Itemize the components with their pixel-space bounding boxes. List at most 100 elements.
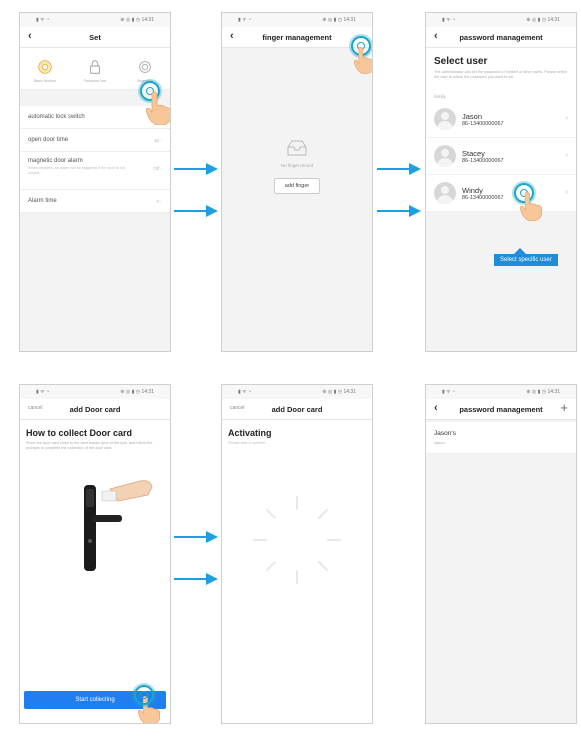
status-right: ⊕ ◎ ▮ ◷ 14:31 [526,17,560,23]
user-phone: 86-13400000067 [462,157,504,164]
select-user-header: Select user The administrator can set th… [426,48,576,85]
password-lock-item[interactable]: Password lock [73,58,118,83]
flow-arrow-icon [174,531,218,543]
password-item[interactable]: Jason's Jason [426,422,576,454]
nav-bar: ‹ Set [20,27,170,48]
password-item-sub: Jason [434,440,445,445]
fingerprint-icon [139,61,151,73]
user-name: Jason [462,111,483,121]
user-name: Stacey [462,148,485,158]
basic-function-label: Basic function [34,79,56,83]
basic-function-item[interactable]: Basic function [23,58,68,83]
page-title: password management [459,404,543,414]
flow-arrow-icon [174,573,218,585]
door-card-description: Place the door card close to the card re… [26,441,153,451]
status-right: ⊕ ◎ ▮ ◷ 14:31 [322,389,356,395]
status-bar: ▮ ᯤ ◔ ⊕ ◎ ▮ ◷ 14:31 [222,13,372,27]
avatar [434,145,456,168]
page-title: add Door card [69,404,121,414]
status-left: ▮ ᯤ ◔ [442,389,456,395]
flow-arrow-icon [377,163,421,175]
flow-arrow-icon [377,205,421,217]
status-left: ▮ ᯤ ◔ [238,389,252,395]
status-bar: ▮ ᯤ ◔ ⊕ ◎ ▮ ◷ 14:31 [426,385,576,399]
screen-activating: ▮ ᯤ ◔ ⊕ ◎ ▮ ◷ 14:31 cancel add Door card… [221,384,373,724]
back-icon[interactable]: ‹ [434,30,438,42]
nav-bar: ‹ password management [426,27,576,48]
status-right: ⊕ ◎ ▮ ◷ 14:31 [526,389,560,395]
user-name: Windy [462,185,483,195]
avatar [434,182,456,205]
nav-bar: cancel add Door card [20,399,170,420]
flow-arrow-icon [174,205,218,217]
chevron-right-icon: › [565,152,568,160]
user-row-jason[interactable]: Jason 86-13400000067 › [426,101,576,139]
user-phone: 86-13400000067 [462,120,504,127]
nav-bar: ‹ password management + [426,399,576,420]
chevron-right-icon: › [565,189,568,197]
tap-indicator [134,685,154,705]
password-item-title: Jason's [434,430,456,437]
add-finger-button[interactable]: add finger [273,178,321,194]
alarm-time-row[interactable]: Alarm time 0 › [20,190,170,213]
select-user-description: The administrator can set the password o… [434,70,567,80]
magnetic-door-alarm-value: Off › [153,166,162,171]
screen-password-list: ▮ ᯤ ◔ ⊕ ◎ ▮ ◷ 14:31 ‹ password managemen… [425,384,577,724]
status-right: ⊕ ◎ ▮ ◷ 14:31 [322,17,356,23]
back-icon[interactable]: ‹ [28,30,32,42]
status-bar: ▮ ᯤ ◔ ⊕ ◎ ▮ ◷ 14:31 [20,13,170,27]
chevron-right-icon: › [565,115,568,123]
screen-set: ▮ ᯤ ◔ ⊕ ◎ ▮ ◷ 14:31 ‹ Set Basic function… [19,12,171,352]
hand-pointer-icon [146,91,170,125]
status-bar: ▮ ᯤ ◔ ⊕ ◎ ▮ ◷ 14:31 [222,385,372,399]
status-right: ⊕ ◎ ▮ ◷ 14:31 [120,17,154,23]
magnetic-door-alarm-row[interactable]: magnetic door alarm When enabled, an ala… [20,152,170,190]
screen-finger-management: ▮ ᯤ ◔ ⊕ ◎ ▮ ◷ 14:31 ‹ finger management … [221,12,373,352]
activating-subtitle: Please wait a moment... [228,441,269,445]
select-specific-user-callout: Select specific user [494,248,558,266]
page-title: Set [89,32,101,42]
back-icon[interactable]: ‹ [230,30,234,42]
door-card-heading: How to collect Door card [26,428,133,438]
screen-select-user: ▮ ᯤ ◔ ⊕ ◎ ▮ ◷ 14:31 ‹ password managemen… [425,12,577,352]
avatar [434,108,456,131]
open-door-time-row[interactable]: open door time 5s › [20,129,170,152]
status-left: ▮ ᯤ ◔ [36,389,50,395]
add-icon[interactable]: + [560,400,568,415]
door-lock-illustration [84,480,153,572]
select-user-heading: Select user [434,56,488,67]
activating-content: Activating Please wait a moment... [222,420,372,723]
alarm-time-value: 0 › [156,198,162,204]
status-left: ▮ ᯤ ◔ [238,17,252,23]
magnetic-door-alarm-desc: When enabled, an alarm will be triggered… [28,166,126,175]
page-title: add Door card [271,404,323,414]
back-icon[interactable]: ‹ [434,402,438,414]
empty-inbox-icon [287,140,307,156]
magnetic-door-alarm-label: magnetic door alarm [28,158,83,164]
password-lock-label: Password lock [83,79,107,83]
open-door-time-value: 5s › [154,137,162,143]
fingerprint-item[interactable]: fingerprint [123,58,168,83]
cancel-button[interactable]: cancel [28,405,42,411]
nav-bar: ‹ finger management [222,27,372,48]
gear-icon [38,60,52,74]
status-right: ⊕ ◎ ▮ ◷ 14:31 [120,389,154,395]
door-card-content: How to collect Door card Place the door … [20,420,170,723]
cancel-button[interactable]: cancel [230,405,244,411]
status-bar: ▮ ᯤ ◔ ⊕ ◎ ▮ ◷ 14:31 [20,385,170,399]
status-left: ▮ ᯤ ◔ [442,17,456,23]
screen-add-door-card: ▮ ᯤ ◔ ⊕ ◎ ▮ ◷ 14:31 cancel add Door card… [19,384,171,724]
open-door-time-label: open door time [28,137,69,143]
nav-bar: cancel add Door card [222,399,372,420]
automatic-lock-label: automatic lock switch [28,114,85,120]
status-left: ▮ ᯤ ◔ [36,17,50,23]
page-title: password management [459,32,543,42]
page-title: finger management [262,32,332,42]
empty-text: No finger record [280,163,314,168]
hand-pointer-icon [520,191,543,221]
loading-spinner-icon [253,496,341,584]
user-phone: 86-13400000067 [462,194,504,201]
lock-icon [89,60,101,74]
user-row-windy[interactable]: Windy 86-13400000067 › [426,175,576,213]
user-row-stacey[interactable]: Stacey 86-13400000067 › [426,138,576,176]
